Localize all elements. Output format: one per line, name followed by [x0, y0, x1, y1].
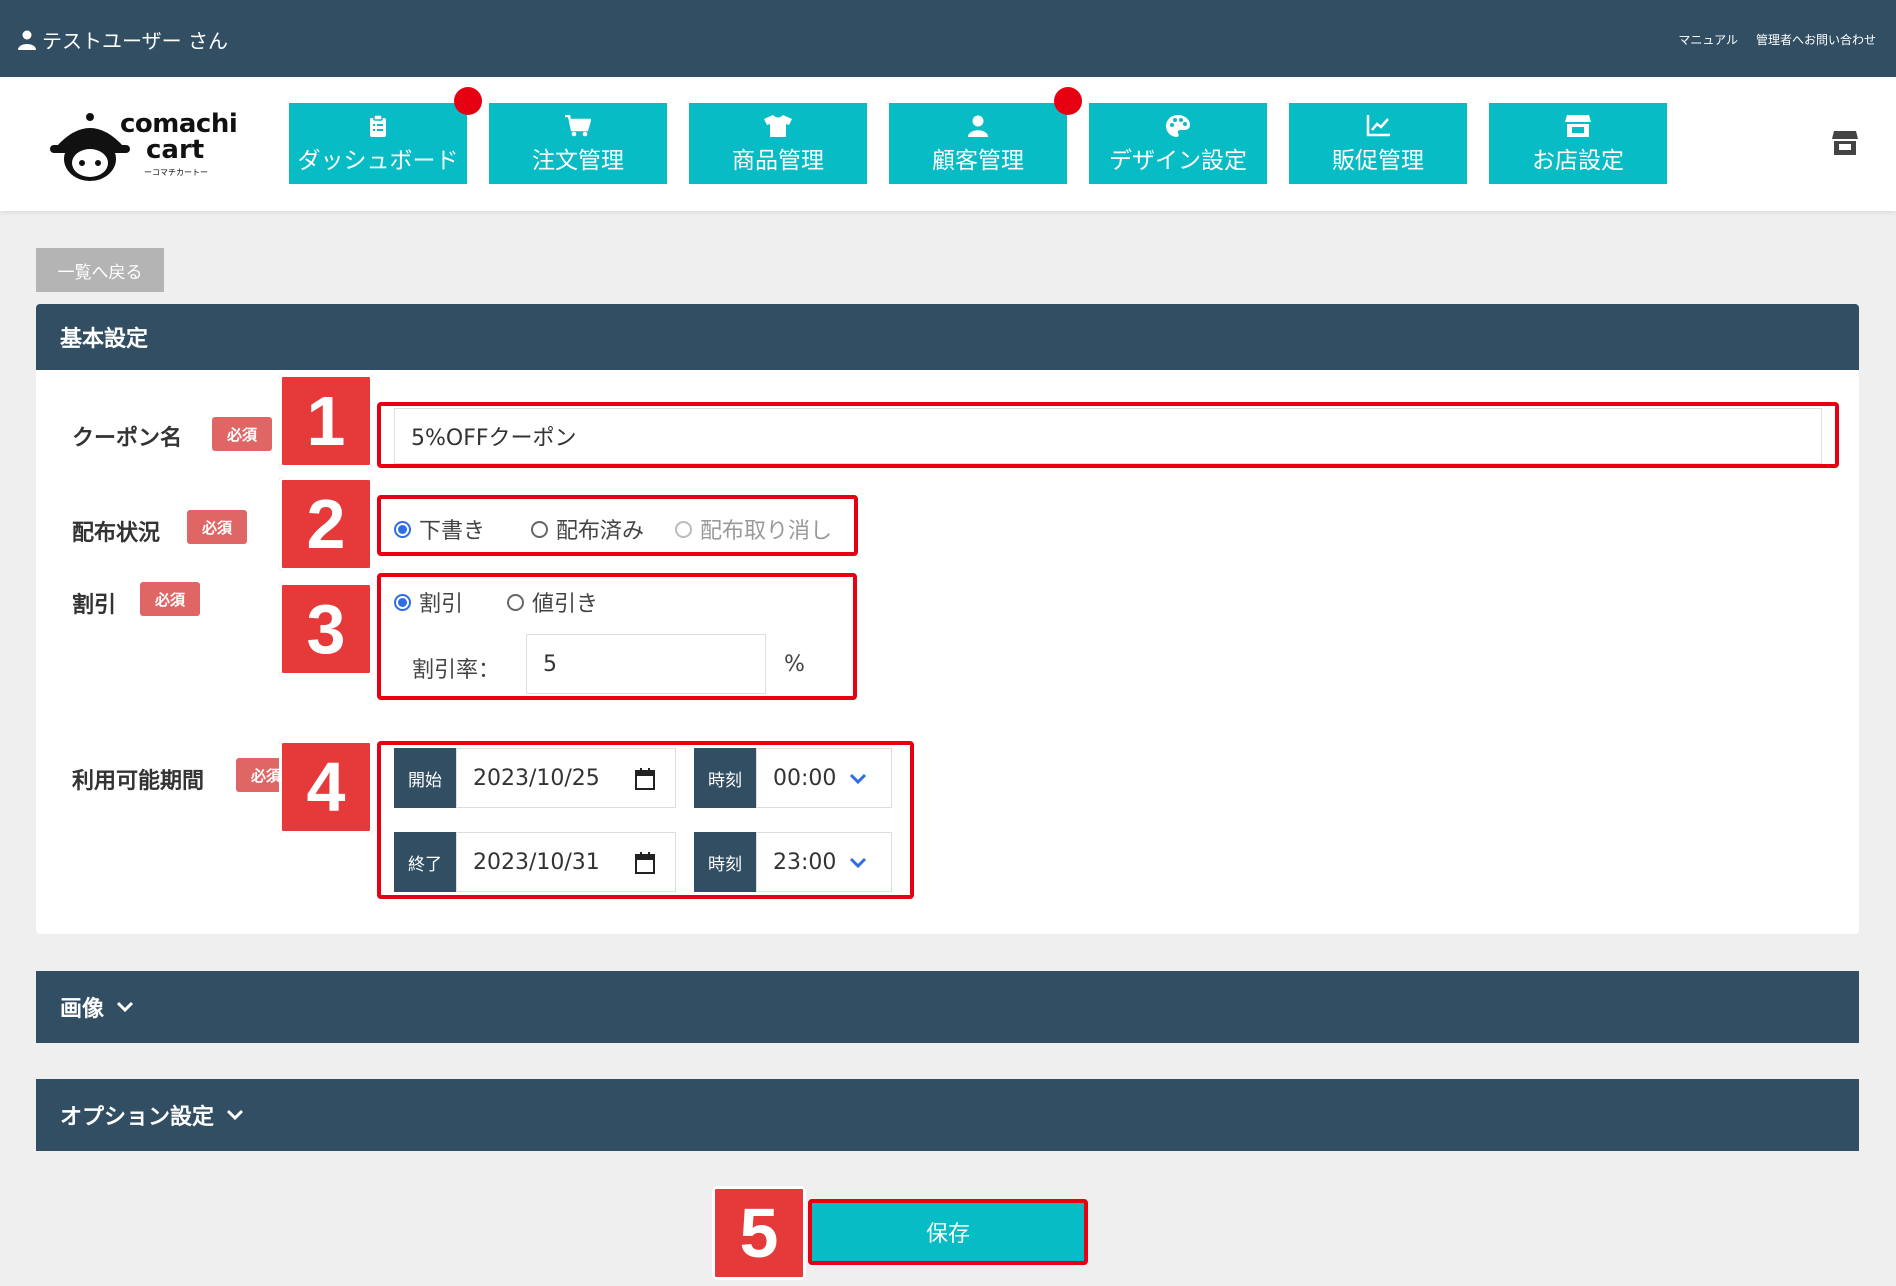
required-badge: 必須: [140, 582, 200, 616]
contact-link[interactable]: 管理者へお問い合わせ: [1756, 31, 1876, 48]
nav-customers[interactable]: 顧客管理: [889, 103, 1067, 184]
highlight-box-5: [808, 1199, 1088, 1265]
logo-text-cart: cart: [146, 135, 205, 165]
chart-icon: [1366, 114, 1390, 136]
nav-label: デザイン設定: [1109, 147, 1247, 174]
section-title: 画像: [60, 997, 105, 1022]
option-section-header[interactable]: オプション設定: [36, 1079, 1859, 1151]
highlight-box-1: [377, 402, 1839, 468]
status-label: 配布状況: [72, 521, 161, 546]
nav-label: お店設定: [1532, 147, 1624, 174]
manual-link[interactable]: マニュアル: [1678, 31, 1738, 48]
chevron-down-icon: [116, 1001, 134, 1013]
chevron-down-icon: [226, 1109, 244, 1121]
step-marker-5: 5: [712, 1186, 806, 1280]
shirt-icon: [764, 114, 792, 137]
top-bar: テストユーザー さん マニュアル 管理者へお問い合わせ: [0, 0, 1896, 77]
required-badge: 必須: [212, 417, 272, 451]
notification-badge: [1054, 87, 1082, 115]
discount-label: 割引: [72, 593, 117, 618]
back-to-list-button[interactable]: 一覧へ戻る: [36, 248, 164, 292]
user-info: テストユーザー さん: [18, 25, 228, 54]
logo-subtext: ーコマチカートー: [144, 168, 208, 177]
step-marker-2: 2: [279, 477, 373, 571]
user-name: テストユーザー さん: [42, 29, 228, 53]
highlight-box-2: [377, 495, 858, 556]
notification-badge: [454, 87, 482, 115]
step-marker-1: 1: [279, 374, 373, 468]
step-marker-3: 3: [279, 582, 373, 676]
header: comachi cart ーコマチカートー ダッシュボード 注文管理 商品管理 …: [0, 77, 1896, 211]
cart-icon: [565, 114, 591, 136]
user-icon: [18, 30, 36, 50]
section-title: 基本設定: [60, 327, 149, 352]
coupon-name-label: クーポン名: [72, 426, 183, 451]
palette-icon: [1166, 114, 1190, 137]
nav-dashboard[interactable]: ダッシュボード: [289, 103, 467, 184]
basic-settings-header: 基本設定: [36, 304, 1859, 370]
required-badge: 必須: [187, 510, 247, 544]
nav-label: 商品管理: [732, 147, 824, 174]
nav-label: 販促管理: [1332, 147, 1424, 174]
nav-promotion[interactable]: 販促管理: [1289, 103, 1467, 184]
nav-label: 注文管理: [532, 147, 624, 174]
nav-label: ダッシュボード: [297, 147, 459, 174]
nav-store-settings[interactable]: お店設定: [1489, 103, 1667, 184]
highlight-box-3: [377, 573, 857, 700]
logo[interactable]: comachi cart ーコマチカートー: [48, 105, 238, 185]
section-title: オプション設定: [60, 1105, 215, 1130]
step-marker-4: 4: [279, 740, 373, 834]
user-icon: [968, 115, 988, 137]
nav-orders[interactable]: 注文管理: [489, 103, 667, 184]
storefront-icon[interactable]: [1832, 131, 1858, 155]
nav-products[interactable]: 商品管理: [689, 103, 867, 184]
nav-label: 顧客管理: [932, 147, 1024, 174]
image-section-header[interactable]: 画像: [36, 971, 1859, 1043]
clipboard-icon: [370, 114, 386, 137]
nav-design[interactable]: デザイン設定: [1089, 103, 1267, 184]
store-icon: [1565, 114, 1591, 137]
highlight-box-4: [377, 741, 914, 899]
period-label: 利用可能期間: [72, 769, 205, 794]
